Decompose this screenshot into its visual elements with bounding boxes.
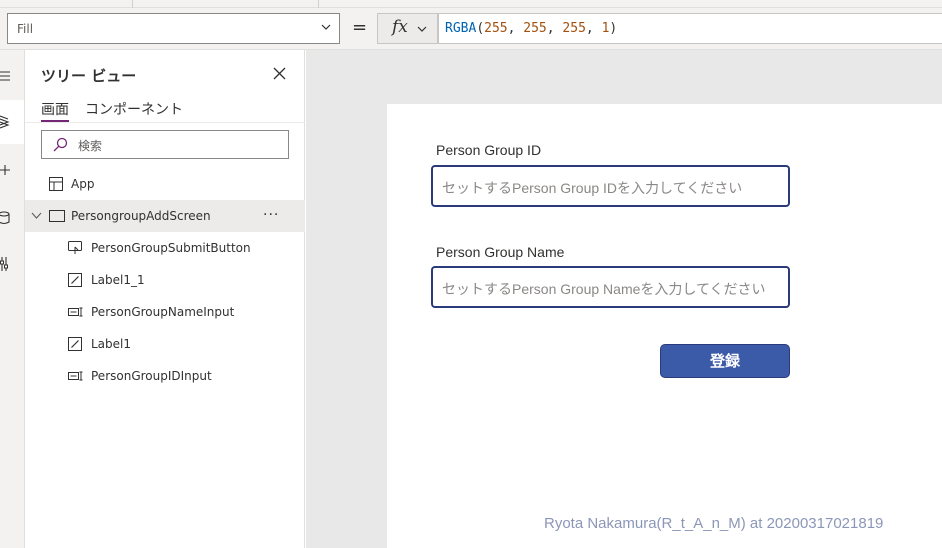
formula-text: RGBA(255, 255, 255, 1)	[445, 21, 617, 36]
group-name-placeholder: セットするPerson Group Nameを入力してください	[442, 281, 766, 297]
tree-node-screen[interactable]: PersongroupAddScreen ···	[25, 200, 305, 232]
hamburger-menu-icon[interactable]	[0, 68, 12, 84]
button-icon	[68, 241, 82, 254]
tree-node-label: PersonGroupIDInput	[91, 369, 212, 383]
fx-icon: fx	[392, 17, 408, 37]
formula-arg: 255	[523, 21, 547, 36]
author-watermark: Ryota Nakamura(R_t_A_n_M) at 20200317021…	[544, 515, 884, 532]
property-dropdown[interactable]: Fill	[7, 13, 340, 44]
tree-node-id-input[interactable]: PersonGroupIDInput	[25, 360, 305, 392]
more-options-icon[interactable]: ···	[263, 207, 279, 223]
tree-node-submit-button[interactable]: PersonGroupSubmitButton	[25, 232, 305, 264]
equals-sign: =	[352, 17, 368, 38]
submit-button[interactable]: 登録	[660, 344, 790, 378]
tools-icon[interactable]	[0, 256, 12, 272]
formula-paren: )	[609, 21, 618, 36]
tree-node-app[interactable]: App	[25, 168, 305, 200]
app-icon	[49, 177, 63, 191]
fx-button[interactable]: fx	[377, 13, 438, 44]
tree-node-label: PersonGroupSubmitButton	[91, 241, 251, 255]
formula-input[interactable]: RGBA(255, 255, 255, 1)	[438, 13, 942, 44]
formula-separator: ,	[585, 21, 602, 36]
text-input-icon	[68, 371, 83, 381]
chevron-down-icon	[417, 26, 427, 32]
group-name-input[interactable]: セットするPerson Group Nameを入力してください	[431, 266, 790, 308]
group-id-input[interactable]: セットするPerson Group IDを入力してください	[431, 165, 790, 207]
group-id-placeholder: セットするPerson Group IDを入力してください	[442, 180, 743, 196]
screen-icon	[49, 210, 65, 222]
layers-icon[interactable]	[0, 114, 12, 130]
divider	[25, 122, 305, 123]
close-icon[interactable]	[272, 66, 287, 81]
formula-arg: 255	[484, 21, 508, 36]
search-icon	[53, 137, 68, 152]
toolbar-divider	[318, 0, 319, 8]
tree-node-label: Label1_1	[91, 273, 145, 287]
label-icon	[68, 337, 82, 351]
tab-screens[interactable]: 画面	[41, 99, 69, 119]
tree-node-label: PersonGroupNameInput	[91, 305, 235, 319]
database-icon[interactable]	[0, 210, 12, 226]
group-id-label[interactable]: Person Group ID	[436, 142, 541, 158]
plus-icon[interactable]	[0, 162, 12, 178]
tree-view-panel: ツリー ビュー 画面 コンポーネント 検索 App PersongroupAdd…	[25, 50, 305, 548]
text-input-icon	[68, 307, 83, 317]
panel-title: ツリー ビュー	[41, 67, 137, 85]
property-dropdown-value: Fill	[17, 22, 34, 36]
top-toolbar-strip	[0, 0, 942, 8]
search-placeholder: 検索	[78, 139, 103, 153]
formula-separator: ,	[507, 21, 524, 36]
tab-components[interactable]: コンポーネント	[85, 99, 183, 119]
left-icon-rail	[0, 50, 25, 548]
tree-node-label: PersongroupAddScreen	[71, 209, 211, 223]
toolbar-divider	[132, 0, 133, 8]
formula-bar: Fill = fx RGBA(255, 255, 255, 1)	[0, 8, 942, 50]
chevron-down-icon	[321, 24, 331, 30]
tree-node-label: Label1	[91, 337, 132, 351]
chevron-down-icon[interactable]	[31, 210, 42, 221]
formula-paren: (	[476, 21, 485, 36]
tree-node-label: App	[71, 177, 95, 191]
label-icon	[68, 273, 82, 287]
tree-node-name-input[interactable]: PersonGroupNameInput	[25, 296, 305, 328]
group-name-label[interactable]: Person Group Name	[436, 244, 564, 260]
tree-node-label1-1[interactable]: Label1_1	[25, 264, 305, 296]
formula-arg: 255	[562, 21, 586, 36]
formula-function: RGBA	[445, 21, 477, 36]
search-input[interactable]: 検索	[41, 130, 289, 159]
tree-node-label1[interactable]: Label1	[25, 328, 305, 360]
formula-separator: ,	[546, 21, 563, 36]
